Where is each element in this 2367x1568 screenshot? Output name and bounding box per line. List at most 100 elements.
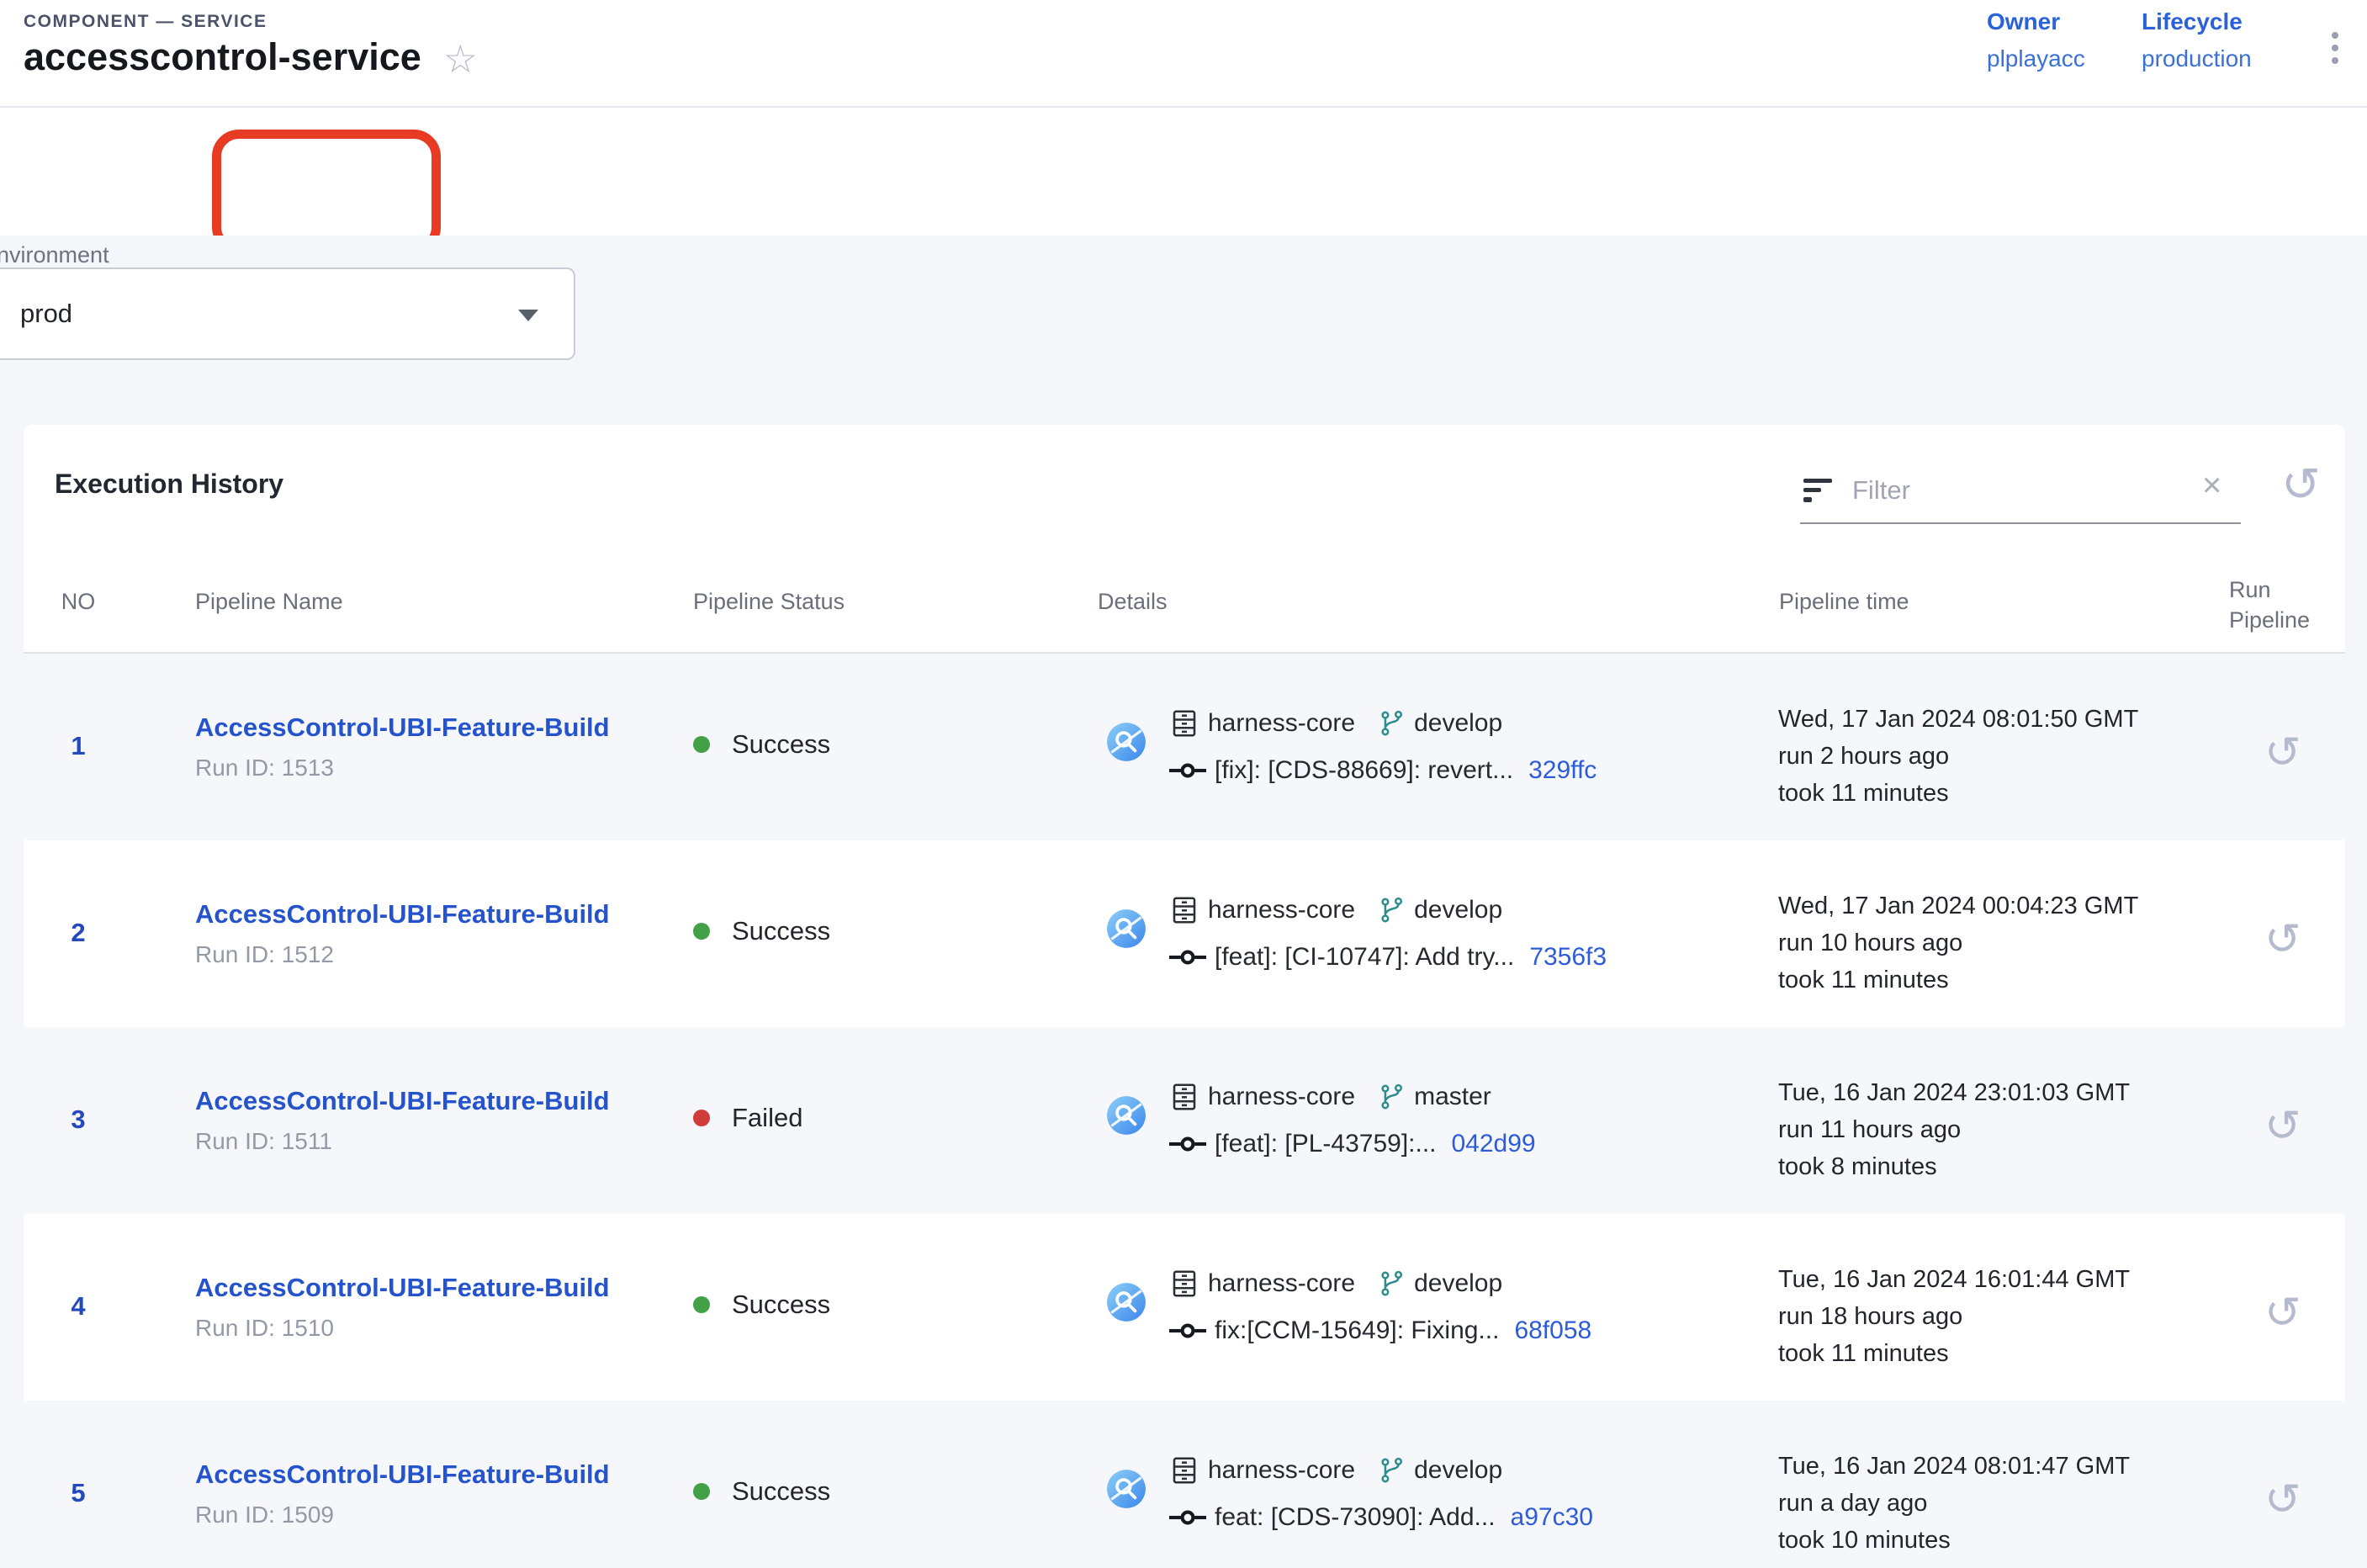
- commit-message: [fix]: [CDS-88669]: revert...: [1215, 756, 1513, 785]
- git-branch-icon: [1377, 1269, 1406, 1298]
- column-header-run: Run Pipeline: [2229, 575, 2330, 635]
- commit-sha-link[interactable]: 042d99: [1452, 1130, 1536, 1158]
- lifecycle-label: Lifecycle: [2142, 8, 2252, 35]
- row-number: 2: [49, 918, 108, 948]
- owner-value-link[interactable]: plplayacc: [1987, 45, 2085, 72]
- git-commit-icon: [1169, 1134, 1206, 1154]
- git-branch-icon: [1377, 709, 1406, 738]
- repository-icon: [1169, 1455, 1199, 1486]
- column-header-details: Details: [1098, 589, 1168, 615]
- commit-sha-link[interactable]: 68f058: [1514, 1316, 1591, 1345]
- filter-bar: ×: [1800, 465, 2241, 524]
- filter-icon: [1803, 479, 1832, 502]
- repo-name: harness-core: [1208, 709, 1355, 738]
- pipeline-search-icon[interactable]: [1105, 721, 1147, 763]
- pipeline-status: Success: [693, 1476, 830, 1507]
- table-row: 1 AccessControl-UBI-Feature-Build Run ID…: [24, 654, 2345, 840]
- commit-message: fix:[CCM-15649]: Fixing...: [1215, 1316, 1499, 1345]
- git-branch-icon: [1377, 1083, 1406, 1111]
- tab-bar: Overview CI/CD Scorecard API Dependencie…: [0, 108, 2367, 236]
- run-id: Run ID: 1510: [195, 1315, 334, 1342]
- pipeline-status: Success: [693, 729, 830, 760]
- pipeline-name-link[interactable]: AccessControl-UBI-Feature-Build: [195, 712, 610, 743]
- repository-icon: [1169, 1269, 1199, 1299]
- pipeline-time: Wed, 17 Jan 2024 00:04:23 GMT run 10 hou…: [1778, 887, 2138, 999]
- repo-name: harness-core: [1208, 1456, 1355, 1485]
- run-id: Run ID: 1513: [195, 755, 334, 781]
- filter-input[interactable]: [1852, 465, 2180, 516]
- cicd-content: Environment prod Execution History × ↺ N…: [0, 236, 2367, 1568]
- row-number: 4: [49, 1291, 108, 1322]
- time-duration: took 10 minutes: [1778, 1522, 2130, 1559]
- pipeline-name-link[interactable]: AccessControl-UBI-Feature-Build: [195, 1459, 610, 1490]
- commit-sha-link[interactable]: 7356f3: [1529, 943, 1607, 972]
- row-number: 1: [49, 731, 108, 761]
- pipeline-time: Tue, 16 Jan 2024 23:01:03 GMT run 11 hou…: [1778, 1074, 2130, 1185]
- lifecycle-meta: Lifecycle production: [2142, 8, 2252, 72]
- repo-name: harness-core: [1208, 1269, 1355, 1298]
- status-label: Success: [732, 729, 830, 760]
- pipeline-search-icon[interactable]: [1105, 1281, 1147, 1323]
- repository-icon: [1169, 895, 1199, 925]
- row-number: 5: [49, 1478, 108, 1508]
- pipeline-name-link[interactable]: AccessControl-UBI-Feature-Build: [195, 1086, 610, 1116]
- close-icon[interactable]: ×: [2202, 469, 2221, 502]
- git-commit-icon: [1169, 760, 1206, 781]
- git-commit-icon: [1169, 1321, 1206, 1341]
- pipeline-status: Failed: [693, 1103, 802, 1133]
- details-cell: harness-core master [feat]: [PL-43759]:.…: [1169, 1078, 1536, 1163]
- execution-history-title: Execution History: [55, 469, 283, 500]
- time-duration: took 11 minutes: [1778, 1335, 2130, 1372]
- filter-underline: [1800, 522, 2241, 524]
- kebab-menu-icon[interactable]: [2328, 29, 2342, 67]
- environment-label: Environment: [0, 242, 109, 268]
- git-branch-icon: [1377, 1456, 1406, 1485]
- refresh-icon[interactable]: ↺: [2281, 462, 2321, 509]
- page-title: accesscontrol-service: [24, 35, 421, 79]
- status-dot: [693, 1110, 710, 1126]
- pipeline-time: Wed, 17 Jan 2024 08:01:50 GMT run 2 hour…: [1778, 701, 2138, 812]
- pipeline-search-icon[interactable]: [1105, 1468, 1147, 1510]
- time-relative: run 2 hours ago: [1778, 738, 2138, 775]
- run-id: Run ID: 1511: [195, 1128, 332, 1155]
- time-relative: run 18 hours ago: [1778, 1298, 2130, 1335]
- table-row: 2 AccessControl-UBI-Feature-Build Run ID…: [24, 840, 2345, 1027]
- owner-meta: Owner plplayacc: [1987, 8, 2085, 72]
- commit-message: feat: [CDS-73090]: Add...: [1215, 1503, 1496, 1532]
- commit-message: [feat]: [PL-43759]:...: [1215, 1130, 1437, 1158]
- run-pipeline-retry-icon[interactable]: ↺: [2264, 1291, 2301, 1335]
- pipeline-status: Success: [693, 1290, 830, 1320]
- run-pipeline-retry-icon[interactable]: ↺: [2264, 918, 2301, 961]
- repo-name: harness-core: [1208, 896, 1355, 924]
- entity-kind-label: COMPONENT — SERVICE: [24, 12, 267, 32]
- status-dot: [693, 736, 710, 753]
- environment-select[interactable]: prod: [0, 268, 575, 360]
- time-duration: took 11 minutes: [1778, 961, 2138, 999]
- time-relative: run a day ago: [1778, 1485, 2130, 1522]
- execution-history-card: Execution History × ↺ NO Pipeline Name P…: [24, 425, 2345, 1568]
- lifecycle-value: production: [2142, 45, 2252, 72]
- pipeline-name-link[interactable]: AccessControl-UBI-Feature-Build: [195, 1273, 610, 1303]
- run-pipeline-retry-icon[interactable]: ↺: [2264, 1478, 2301, 1522]
- owner-label: Owner: [1987, 8, 2085, 35]
- time-relative: run 11 hours ago: [1778, 1111, 2130, 1148]
- commit-sha-link[interactable]: a97c30: [1511, 1503, 1593, 1532]
- execution-rows: 1 AccessControl-UBI-Feature-Build Run ID…: [24, 654, 2345, 1568]
- details-cell: harness-core develop [feat]: [CI-10747]:…: [1169, 891, 1607, 977]
- run-pipeline-retry-icon[interactable]: ↺: [2264, 1104, 2301, 1148]
- status-label: Failed: [732, 1103, 802, 1133]
- commit-sha-link[interactable]: 329ffc: [1528, 756, 1597, 785]
- status-label: Success: [732, 916, 830, 946]
- time-duration: took 8 minutes: [1778, 1148, 2130, 1185]
- status-label: Success: [732, 1290, 830, 1320]
- pipeline-name-link[interactable]: AccessControl-UBI-Feature-Build: [195, 899, 610, 930]
- pipeline-search-icon[interactable]: [1105, 908, 1147, 950]
- repository-icon: [1169, 708, 1199, 739]
- pipeline-time: Tue, 16 Jan 2024 08:01:47 GMT run a day …: [1778, 1448, 2130, 1559]
- pipeline-status: Success: [693, 916, 830, 946]
- pipeline-search-icon[interactable]: [1105, 1094, 1147, 1136]
- run-pipeline-retry-icon[interactable]: ↺: [2264, 731, 2301, 775]
- pipeline-time: Tue, 16 Jan 2024 16:01:44 GMT run 18 hou…: [1778, 1261, 2130, 1372]
- table-row: 4 AccessControl-UBI-Feature-Build Run ID…: [24, 1214, 2345, 1401]
- favorite-star-icon[interactable]: ☆: [443, 40, 478, 78]
